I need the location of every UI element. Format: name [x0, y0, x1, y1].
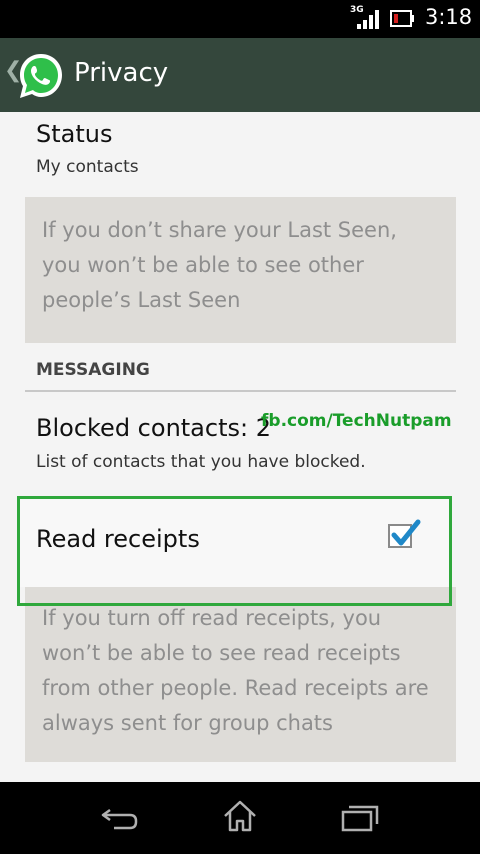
settings-list: Status My contacts If you don’t share yo…: [0, 112, 480, 782]
section-divider: [25, 390, 456, 392]
whatsapp-logo-icon[interactable]: [16, 51, 66, 101]
page-title: Privacy: [74, 58, 169, 88]
highlight-annotation: [17, 496, 452, 606]
navigation-bar: [0, 782, 480, 854]
note-line: from other people. Read receipts are: [42, 676, 429, 700]
messaging-section-header: MESSAGING: [36, 360, 150, 380]
note-line: people’s Last Seen: [42, 288, 241, 312]
status-title: Status: [36, 120, 113, 148]
note-line: won’t be able to see read receipts: [42, 641, 401, 665]
home-icon[interactable]: [221, 797, 259, 835]
status-summary: My contacts: [36, 157, 139, 177]
recents-icon[interactable]: [340, 802, 380, 834]
battery-icon: [390, 10, 414, 27]
note-line: If you turn off read receipts, you: [42, 606, 382, 630]
watermark: fb.com/TechNutpam: [261, 411, 452, 431]
signal-icon: [357, 10, 379, 29]
note-line: you won’t be able to see other: [42, 253, 364, 277]
clock: 3:18: [425, 5, 473, 29]
status-bar: 3G 3:18: [0, 0, 480, 38]
note-line: If you don’t share your Last Seen,: [42, 218, 397, 242]
read-receipts-note: If you turn off read receipts, you won’t…: [25, 587, 456, 762]
blocked-contacts-summary: List of contacts that you have blocked.: [36, 452, 366, 472]
blocked-contacts-title: Blocked contacts: 2: [36, 414, 271, 442]
note-line: always sent for group chats: [42, 711, 333, 735]
action-bar: ❮ Privacy: [0, 38, 480, 112]
back-icon[interactable]: [100, 804, 140, 834]
last-seen-note: If you don’t share your Last Seen, you w…: [25, 197, 456, 343]
